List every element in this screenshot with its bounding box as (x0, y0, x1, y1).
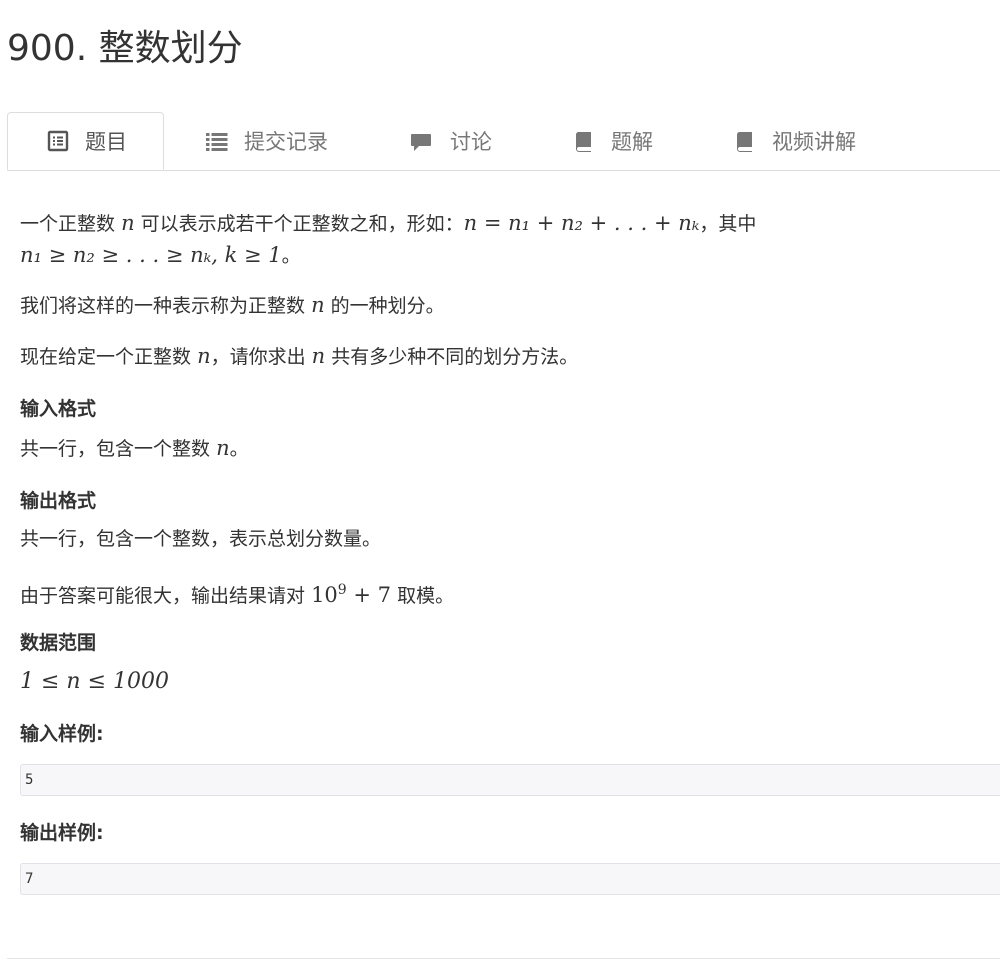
bottom-divider (7, 958, 1000, 959)
input-format-text: 共一行，包含一个整数 n。 (20, 436, 249, 460)
data-range-heading: 数据范围 (20, 632, 97, 654)
input-format-heading: 输入格式 (20, 398, 97, 420)
document-icon (47, 130, 69, 152)
data-range-formula: 1 ≤ n ≤ 1000 (20, 669, 169, 694)
definition-paragraph: 我们将这样的一种表示称为正整数 n 的一种划分。 (20, 293, 445, 317)
problem-page: 900. 整数划分 题目 提交记录 讨论 题解 视频讲解 一个正整数 n 可以表… (0, 0, 1000, 962)
tab-label: 提交记录 (244, 129, 328, 154)
sample-output-heading: 输出样例: (20, 822, 104, 844)
comment-icon (410, 130, 432, 152)
tab-label: 讨论 (450, 129, 492, 154)
page-title: 900. 整数划分 (7, 28, 243, 69)
tab-label: 题解 (611, 129, 653, 154)
var-n: n (121, 211, 135, 235)
tab-problem[interactable]: 题目 (7, 112, 164, 170)
partition-formula: n = n₁ + n₂ + . . . + nₖ (463, 211, 700, 235)
tab-discussion[interactable]: 讨论 (410, 112, 492, 169)
intro-line-1: 一个正整数 n 可以表示成若干个正整数之和，形如：n = n₁ + n₂ + .… (20, 211, 757, 235)
modulo-paragraph: 由于答案可能很大，输出结果请对 109 + 7 取模。 (20, 582, 455, 607)
book-icon (734, 130, 756, 152)
intro-line-2: n₁ ≥ n₂ ≥ . . . ≥ nₖ, k ≥ 1。 (20, 243, 301, 267)
output-format-heading: 输出格式 (20, 490, 97, 512)
tab-bar: 题目 提交记录 讨论 题解 视频讲解 (7, 112, 1000, 171)
output-format-text: 共一行，包含一个整数，表示总划分数量。 (20, 528, 382, 550)
list-icon (206, 130, 228, 152)
tab-label: 视频讲解 (772, 129, 856, 154)
book-icon (573, 130, 595, 152)
ordering-formula: n₁ ≥ n₂ ≥ . . . ≥ nₖ, k ≥ 1 (20, 243, 282, 267)
task-paragraph: 现在给定一个正整数 n，请你求出 n 共有多少种不同的划分方法。 (20, 344, 579, 368)
tab-solutions[interactable]: 题解 (573, 112, 653, 169)
tab-video[interactable]: 视频讲解 (734, 112, 856, 169)
sample-input-heading: 输入样例: (20, 723, 104, 745)
sample-output-code: 7 (20, 863, 1000, 895)
tab-label: 题目 (85, 130, 127, 154)
sample-input-code: 5 (20, 764, 1000, 796)
tab-submissions[interactable]: 提交记录 (206, 112, 328, 169)
